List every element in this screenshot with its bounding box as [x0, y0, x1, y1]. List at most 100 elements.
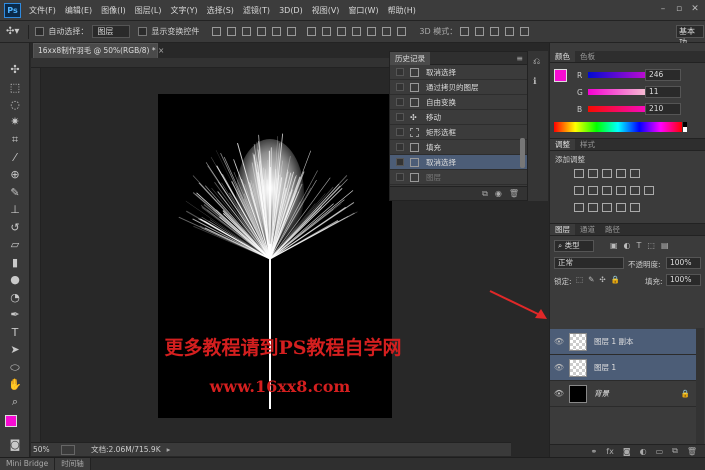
layer-filter-dropdown[interactable]: ⌕ 类型 — [554, 240, 594, 252]
exposure-icon[interactable] — [616, 169, 626, 178]
auto-align-icon[interactable] — [397, 27, 407, 36]
history-state[interactable]: 矩形选框 — [390, 125, 527, 140]
menu-select[interactable]: 选择(S) — [207, 5, 243, 16]
distribute-bottom-icon[interactable] — [337, 27, 347, 36]
pen-tool-icon[interactable]: ✒ — [6, 306, 24, 323]
history-source-checkbox[interactable] — [396, 113, 404, 121]
delete-layer-icon[interactable]: 🗑 — [687, 447, 697, 456]
history-source-checkbox[interactable] — [396, 128, 404, 136]
new-group-icon[interactable]: ▭ — [656, 447, 664, 456]
tab-styles[interactable]: 样式 — [575, 139, 600, 150]
history-state[interactable]: 取消选择 — [390, 65, 527, 80]
layers-scrollbar[interactable] — [696, 328, 704, 448]
align-bottom-icon[interactable] — [242, 27, 252, 36]
history-state[interactable]: 通过拷贝的图层 — [390, 80, 527, 95]
history-source-checkbox[interactable] — [396, 68, 404, 76]
lock-icons[interactable]: ⬚✎✣🔒 — [576, 275, 625, 284]
layer-row[interactable]: 👁 图层 1 — [550, 355, 696, 381]
layer-row[interactable]: 👁 图层 1 副本 — [550, 329, 696, 355]
tab-swatches[interactable]: 色板 — [575, 51, 600, 62]
foreground-color-swatch[interactable] — [5, 415, 17, 427]
selective-color-icon[interactable] — [630, 203, 640, 212]
menu-help[interactable]: 帮助(H) — [388, 5, 425, 16]
fill-field[interactable]: 100% — [666, 274, 701, 286]
vibrance-icon[interactable] — [630, 169, 640, 178]
3d-pan-icon[interactable] — [490, 27, 500, 36]
tab-timeline[interactable]: 时间轴 — [55, 457, 91, 470]
eye-icon[interactable]: 👁 — [553, 337, 565, 346]
path-selection-tool-icon[interactable]: ➤ — [6, 341, 24, 358]
threshold-icon[interactable] — [602, 203, 612, 212]
photo-filter-icon[interactable] — [616, 186, 626, 195]
black-white-icon[interactable] — [602, 186, 612, 195]
menu-file[interactable]: 文件(F) — [29, 5, 65, 16]
properties-panel-icon[interactable]: ℹ — [533, 77, 536, 87]
g-value[interactable]: 11 — [645, 86, 681, 98]
3d-roll-icon[interactable] — [475, 27, 485, 36]
history-state[interactable]: ✣ 移动 — [390, 110, 527, 125]
tab-layers[interactable]: 图层 — [550, 224, 575, 235]
tab-paths[interactable]: 路径 — [600, 224, 625, 235]
curves-icon[interactable] — [602, 169, 612, 178]
invert-icon[interactable] — [574, 203, 584, 212]
distribute-left-icon[interactable] — [352, 27, 362, 36]
hand-tool-icon[interactable]: ✋ — [6, 376, 24, 393]
color-panel-foreground[interactable] — [554, 69, 567, 82]
color-lookup-icon[interactable] — [644, 186, 654, 195]
marquee-tool-icon[interactable]: ⬚ — [6, 79, 24, 96]
3d-rotate-icon[interactable] — [460, 27, 470, 36]
color-balance-icon[interactable] — [588, 186, 598, 195]
gradient-map-icon[interactable] — [616, 203, 626, 212]
channel-mixer-icon[interactable] — [630, 186, 640, 195]
add-mask-icon[interactable]: ◙ — [623, 447, 631, 456]
align-left-icon[interactable] — [257, 27, 267, 36]
layer-filter-icons[interactable]: ▣◐T⬚▤ — [610, 241, 675, 250]
history-state[interactable]: 图层 — [390, 170, 527, 185]
history-source-checkbox[interactable] — [396, 173, 404, 181]
maximize-icon[interactable]: ▫ — [672, 3, 686, 16]
healing-brush-tool-icon[interactable]: ⊕ — [6, 166, 24, 183]
new-document-from-state-icon[interactable]: ⧉ — [482, 189, 488, 199]
tab-channels[interactable]: 通道 — [575, 224, 600, 235]
align-right-icon[interactable] — [287, 27, 297, 36]
eraser-tool-icon[interactable]: ▱ — [6, 236, 24, 253]
snapshot-icon[interactable]: ◉ — [495, 189, 502, 198]
b-value[interactable]: 210 — [645, 103, 681, 115]
move-tool-icon[interactable]: ✣ — [6, 61, 24, 78]
distribute-top-icon[interactable] — [307, 27, 317, 36]
brush-tool-icon[interactable]: ✎ — [6, 184, 24, 201]
spectrum-white[interactable] — [683, 127, 687, 132]
menu-3d[interactable]: 3D(D) — [279, 6, 312, 15]
tab-mini-bridge[interactable]: Mini Bridge — [0, 457, 56, 470]
clone-stamp-tool-icon[interactable]: ⊥ — [6, 201, 24, 218]
color-spectrum-bar[interactable] — [554, 122, 682, 132]
3d-scale-icon[interactable] — [520, 27, 530, 36]
type-tool-icon[interactable]: T — [6, 324, 24, 341]
menu-window[interactable]: 窗口(W) — [348, 5, 387, 16]
move-tool-preset-icon[interactable]: ✣▾ — [6, 26, 19, 37]
menu-image[interactable]: 图像(I) — [101, 5, 135, 16]
quick-mask-icon[interactable]: ◙ — [6, 436, 24, 453]
brightness-contrast-icon[interactable] — [574, 169, 584, 178]
hue-saturation-icon[interactable] — [574, 186, 584, 195]
r-value[interactable]: 246 — [645, 69, 681, 81]
align-top-icon[interactable] — [212, 27, 222, 36]
status-info-icon[interactable] — [61, 444, 75, 455]
link-layers-icon[interactable]: ⚭ — [591, 447, 598, 456]
gradient-tool-icon[interactable]: ▮ — [6, 254, 24, 271]
zoom-level[interactable]: 50% — [31, 445, 61, 454]
dodge-tool-icon[interactable]: ◔ — [6, 289, 24, 306]
history-state[interactable]: 取消选择 — [390, 155, 527, 170]
workspace-button[interactable]: 基本功 — [676, 25, 704, 47]
levels-icon[interactable] — [588, 169, 598, 178]
lasso-tool-icon[interactable]: ◌ — [6, 96, 24, 113]
minimize-icon[interactable]: – — [656, 3, 670, 16]
tab-adjustments[interactable]: 调整 — [550, 139, 575, 150]
document-canvas[interactable] — [158, 94, 392, 418]
history-panel-icon[interactable]: ⎌ — [533, 57, 540, 67]
distribute-right-icon[interactable] — [382, 27, 392, 36]
history-source-checkbox[interactable] — [396, 98, 404, 106]
shape-tool-icon[interactable]: ⬭ — [6, 359, 24, 376]
magic-wand-tool-icon[interactable]: ✷ — [6, 113, 24, 130]
close-tab-icon[interactable]: × — [158, 46, 164, 55]
